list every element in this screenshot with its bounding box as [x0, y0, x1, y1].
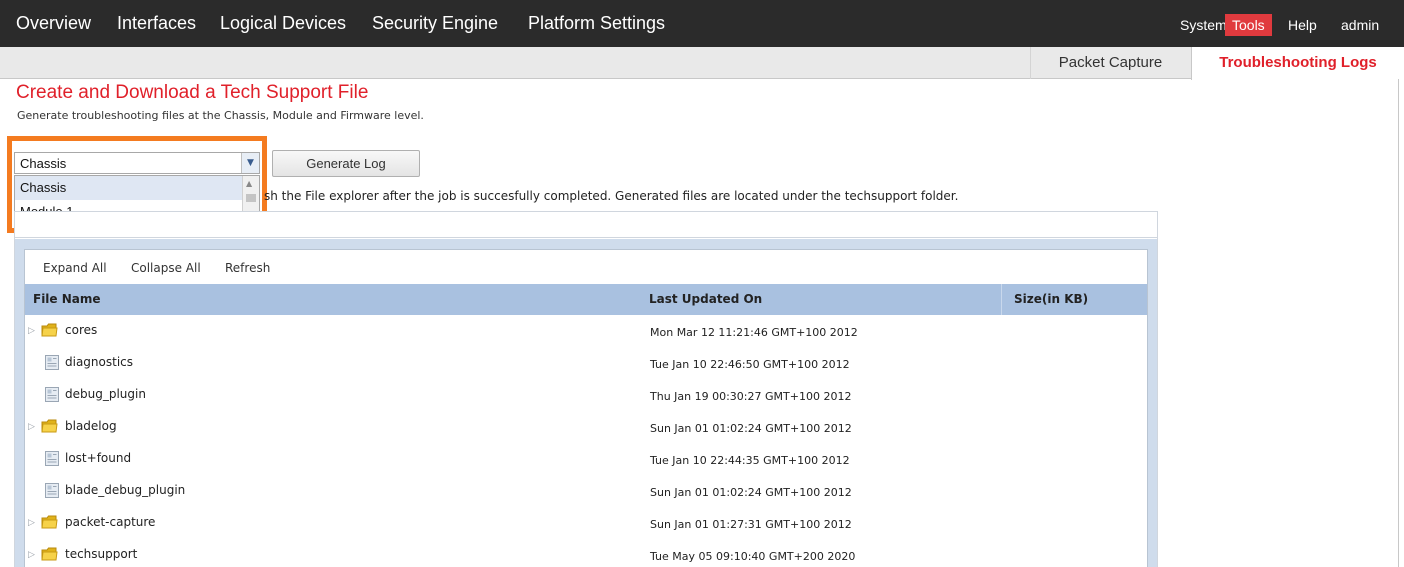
file-name[interactable]: cores: [65, 323, 97, 337]
file-last-updated: Mon Mar 12 11:21:46 GMT+100 2012: [650, 326, 858, 339]
tree-expander-icon[interactable]: ▷: [28, 518, 35, 528]
folder-icon: [41, 547, 58, 561]
table-row[interactable]: ▷ cores Mon Mar 12 11:21:46 GMT+100 2012: [25, 315, 1147, 347]
table-row[interactable]: ▷ bladelog Sun Jan 01 01:02:24 GMT+100 201…: [25, 411, 1147, 443]
file-last-updated: Tue Jan 10 22:46:50 GMT+100 2012: [650, 358, 850, 371]
column-header-last-updated[interactable]: Last Updated On: [649, 284, 762, 315]
table-row[interactable]: lost+found Tue Jan 10 22:44:35 GMT+100 20…: [25, 443, 1147, 475]
table-row[interactable]: ▷ packet-capture Sun Jan 01 01:27:31 GMT+1…: [25, 507, 1147, 539]
tab-troubleshooting-logs[interactable]: Troubleshooting Logs: [1191, 47, 1404, 80]
page-right-border: [1398, 79, 1399, 567]
file-icon: [45, 483, 59, 498]
page-title: Create and Download a Tech Support File: [16, 82, 369, 103]
file-last-updated: Tue May 05 09:10:40 GMT+200 2020: [650, 550, 856, 563]
sub-navigation-bar: Packet Capture Troubleshooting Logs: [0, 47, 1404, 80]
scrollbar-thumb[interactable]: [246, 194, 256, 202]
generate-log-button[interactable]: Generate Log: [272, 150, 420, 177]
file-last-updated: Sun Jan 01 01:27:31 GMT+100 2012: [650, 518, 852, 531]
nav-security-engine[interactable]: Security Engine: [372, 0, 498, 47]
file-name[interactable]: diagnostics: [65, 355, 133, 369]
page-subtitle: Generate troubleshooting files at the Ch…: [17, 109, 424, 122]
file-explorer-frame: Expand All Collapse All Refresh File Nam…: [15, 239, 1157, 567]
column-header-file-name[interactable]: File Name: [33, 284, 101, 315]
file-name[interactable]: debug_plugin: [65, 387, 146, 401]
file-last-updated: Sun Jan 01 01:02:24 GMT+100 2012: [650, 486, 852, 499]
file-explorer-panel: Expand All Collapse All Refresh File Nam…: [14, 211, 1158, 567]
file-last-updated: Tue Jan 10 22:44:35 GMT+100 2012: [650, 454, 850, 467]
file-name[interactable]: packet-capture: [65, 515, 155, 529]
file-table-header: File Name Last Updated On Size(in KB): [25, 284, 1147, 315]
nav-admin-user[interactable]: admin: [1334, 14, 1386, 36]
nav-overview[interactable]: Overview: [16, 0, 91, 47]
tree-expander-icon[interactable]: ▷: [28, 326, 35, 336]
table-row[interactable]: diagnostics Tue Jan 10 22:46:50 GMT+100 2…: [25, 347, 1147, 379]
file-name[interactable]: bladelog: [65, 419, 117, 433]
level-select[interactable]: Chassis ▼: [14, 152, 260, 174]
nav-help[interactable]: Help: [1281, 14, 1324, 36]
file-last-updated: Sun Jan 01 01:02:24 GMT+100 2012: [650, 422, 852, 435]
level-select-value: Chassis: [20, 156, 67, 171]
file-icon: [45, 387, 59, 402]
info-message: sh the File explorer after the job is su…: [264, 189, 959, 203]
scroll-up-arrow-icon[interactable]: ▲: [246, 179, 252, 188]
file-explorer-header-strip: [15, 212, 1157, 238]
file-explorer: Expand All Collapse All Refresh File Nam…: [24, 249, 1148, 567]
file-icon: [45, 355, 59, 370]
tree-expander-icon[interactable]: ▷: [28, 422, 35, 432]
tab-packet-capture[interactable]: Packet Capture: [1030, 47, 1190, 79]
nav-logical-devices[interactable]: Logical Devices: [220, 0, 346, 47]
nav-tools[interactable]: Tools: [1225, 14, 1272, 36]
file-last-updated: Thu Jan 19 00:30:27 GMT+100 2012: [650, 390, 852, 403]
folder-icon: [41, 515, 58, 529]
top-navigation-bar: Overview Interfaces Logical Devices Secu…: [0, 0, 1404, 47]
table-row[interactable]: blade_debug_plugin Sun Jan 01 01:02:24 GM…: [25, 475, 1147, 507]
folder-icon: [41, 419, 58, 433]
column-header-size[interactable]: Size(in KB): [1001, 284, 1147, 315]
file-icon: [45, 451, 59, 466]
nav-interfaces[interactable]: Interfaces: [117, 0, 196, 47]
folder-icon: [41, 323, 58, 337]
explorer-toolbar: Expand All Collapse All Refresh: [25, 250, 1147, 284]
dropdown-option-chassis[interactable]: Chassis: [15, 176, 243, 200]
tree-expander-icon[interactable]: ▷: [28, 550, 35, 560]
table-row[interactable]: debug_plugin Thu Jan 19 00:30:27 GMT+100 …: [25, 379, 1147, 411]
file-name[interactable]: techsupport: [65, 547, 137, 561]
chevron-down-icon[interactable]: ▼: [241, 153, 259, 173]
expand-all-link[interactable]: Expand All: [43, 261, 107, 275]
nav-platform-settings[interactable]: Platform Settings: [528, 0, 665, 47]
table-row[interactable]: ▷ techsupport Tue May 05 09:10:40 GMT+200 …: [25, 539, 1147, 567]
refresh-link[interactable]: Refresh: [225, 261, 270, 275]
collapse-all-link[interactable]: Collapse All: [131, 261, 201, 275]
file-name[interactable]: lost+found: [65, 451, 131, 465]
file-name[interactable]: blade_debug_plugin: [65, 483, 185, 497]
